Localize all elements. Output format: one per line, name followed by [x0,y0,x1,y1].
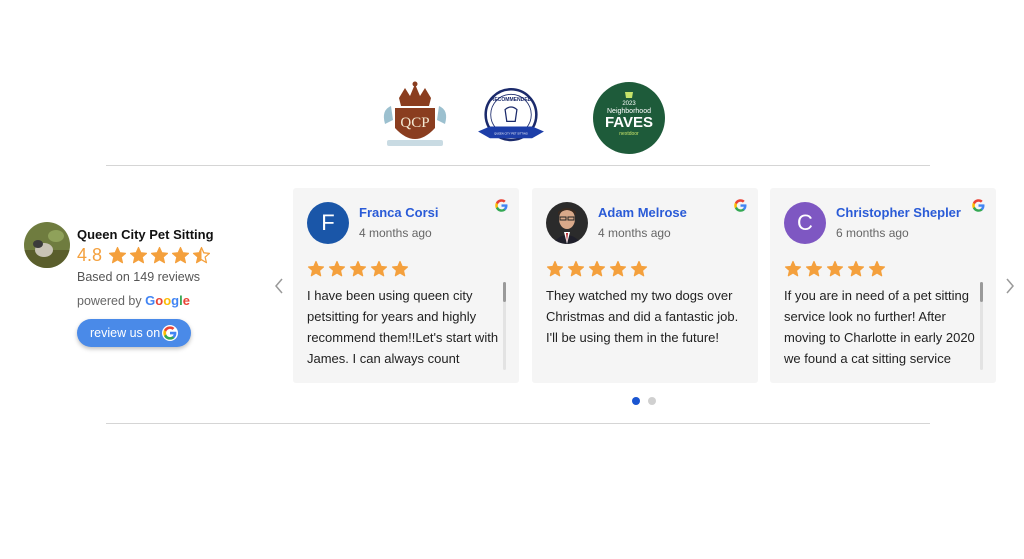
review-stars [546,260,648,278]
star-icon [108,246,127,263]
google-wordmark-letter: g [171,293,180,308]
review-card: C Christopher Shepler 6 months ago If yo… [770,188,996,383]
star-icon [868,260,886,277]
review-date: 4 months ago [598,226,671,240]
business-summary: Queen City Pet Sitting 4.8 Based on 149 … [24,222,254,352]
neighborhood-faves-badge: 2023 Neighborhood FAVES nextdoor [593,82,665,154]
scrollbar-thumb[interactable] [503,282,506,302]
review-text: If you are in need of a pet sitting serv… [784,288,975,366]
review-text: I have been using queen city petsitting … [307,288,499,366]
chevron-right-icon[interactable] [1003,277,1017,295]
google-wordmark: Google [145,293,190,308]
qcp-crest-logo: QCP [383,81,447,146]
google-g-icon [972,199,985,212]
reviewer-initial: C [797,210,813,235]
reviews-widget-page: QCP RECOMMENDED QUEEN CITY PET SITTING 2… [0,0,1024,559]
star-icon [391,260,409,277]
business-name: Queen City Pet Sitting [77,227,214,242]
faves-line2: FAVES [605,114,653,131]
review-scrollbar[interactable] [980,282,983,370]
star-icon [609,260,627,277]
chevron-left-icon[interactable] [272,277,286,295]
rating-stars [108,246,211,265]
reviewer-name[interactable]: Adam Melrose [598,205,687,220]
google-g-icon [734,199,747,212]
review-us-label: review us on [90,326,161,340]
reviewer-name[interactable]: Christopher Shepler [836,205,961,220]
reviewer-avatar: C [784,202,826,244]
star-icon [150,246,169,263]
review-card: Adam Melrose 4 months ago They watched m… [532,188,758,383]
star-icon [349,260,367,277]
rating-value: 4.8 [77,244,103,265]
star-icon [567,260,585,277]
powered-by-label: powered by [77,294,142,308]
reviewer-photo [546,202,588,244]
review-date: 6 months ago [836,226,909,240]
reviewer-initial: F [321,210,335,235]
business-avatar [24,222,70,268]
star-icon [546,260,564,277]
google-wordmark-letter: o [163,293,172,308]
reviewer-avatar [546,202,588,244]
review-scrollbar[interactable] [503,282,506,370]
top-divider [106,165,930,166]
review-us-button[interactable]: review us on [77,319,191,347]
star-icon [588,260,606,277]
review-card: F Franca Corsi 4 months ago I have been … [293,188,519,383]
review-text: They watched my two dogs over Christmas … [546,288,739,345]
star-icon [370,260,388,277]
star-icon [192,246,211,263]
star-icon [307,260,325,277]
star-icon [805,260,823,277]
review-count: Based on 149 reviews [77,270,200,284]
review-stars [784,260,886,278]
google-wordmark-letter: o [155,293,164,308]
google-g-icon [495,199,508,212]
google-wordmark-letter: G [145,293,156,308]
bottom-divider [106,423,930,424]
google-g-icon [162,325,178,341]
pagination-dot[interactable] [648,397,656,405]
star-icon [328,260,346,277]
best-pros-badge: RECOMMENDED QUEEN CITY PET SITTING [478,88,544,142]
star-icon [129,246,148,263]
review-date: 4 months ago [359,226,432,240]
rating-row: 4.8 [77,244,211,266]
faves-brand: nextdoor [619,131,639,137]
reviewer-name[interactable]: Franca Corsi [359,205,438,220]
powered-by-google: powered by Google [77,293,190,308]
star-icon [171,246,190,263]
recommended-text: RECOMMENDED [491,97,532,103]
star-icon [784,260,802,277]
best-pros-ribbon-text: QUEEN CITY PET SITTING [494,131,528,135]
scrollbar-thumb[interactable] [980,282,983,302]
star-icon [847,260,865,277]
pagination-dot[interactable] [632,397,640,405]
badge-row: QCP RECOMMENDED QUEEN CITY PET SITTING 2… [0,80,1024,156]
faves-year: 2023 [622,101,636,107]
google-wordmark-letter: e [182,293,190,308]
qcp-logo-text: QCP [400,115,429,131]
carousel-pagination [632,397,656,405]
star-icon [630,260,648,277]
star-icon [826,260,844,277]
review-stars [307,260,409,278]
reviewer-avatar: F [307,202,349,244]
